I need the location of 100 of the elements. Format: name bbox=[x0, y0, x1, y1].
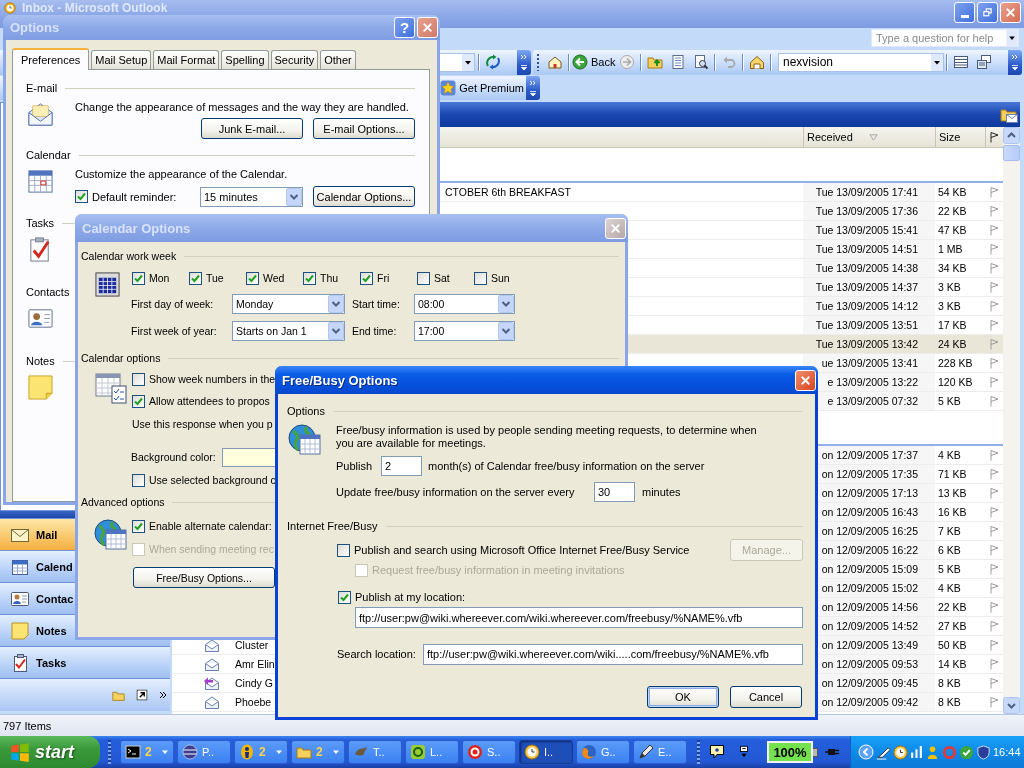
dropdown-field[interactable] bbox=[438, 52, 475, 72]
close-button[interactable] bbox=[795, 369, 816, 391]
flag-icon[interactable] bbox=[989, 186, 999, 198]
document-list-icon[interactable] bbox=[669, 54, 686, 70]
column-header[interactable]: Size bbox=[935, 127, 985, 147]
checkbox[interactable] bbox=[132, 394, 145, 408]
start-button[interactable]: start bbox=[0, 736, 100, 768]
magnifier-document-icon[interactable] bbox=[692, 54, 709, 70]
window-icon[interactable] bbox=[737, 744, 751, 760]
checkbox[interactable] bbox=[360, 271, 373, 285]
scroll-down-button[interactable] bbox=[1003, 697, 1020, 714]
person-icon[interactable] bbox=[925, 744, 940, 760]
flag-icon[interactable] bbox=[989, 601, 999, 613]
calendar-options-button[interactable]: Calendar Options... bbox=[313, 186, 415, 207]
get-premium-button[interactable]: Get Premium bbox=[439, 77, 526, 99]
flag-icon[interactable] bbox=[989, 620, 999, 632]
flag-icon[interactable] bbox=[989, 224, 999, 236]
checkbox[interactable] bbox=[337, 543, 350, 557]
show-hidden-icons-button[interactable] bbox=[858, 744, 874, 760]
flag-icon[interactable] bbox=[989, 544, 999, 556]
speech-bubble-icon[interactable] bbox=[709, 744, 725, 760]
help-search-field[interactable]: Type a question for help bbox=[871, 29, 1019, 47]
checkbox[interactable] bbox=[246, 271, 259, 285]
circular-arrows-icon[interactable] bbox=[484, 54, 501, 70]
close-button[interactable] bbox=[605, 217, 626, 239]
checkbox[interactable] bbox=[132, 473, 145, 487]
flag-icon[interactable] bbox=[989, 525, 999, 537]
flag-icon[interactable] bbox=[989, 205, 999, 217]
minimize-button[interactable] bbox=[954, 2, 975, 23]
checkbox[interactable] bbox=[132, 271, 145, 285]
tab[interactable]: Other bbox=[320, 50, 356, 69]
house-icon[interactable] bbox=[546, 54, 563, 70]
flag-icon[interactable] bbox=[989, 468, 999, 480]
tab[interactable]: Mail Format bbox=[153, 50, 220, 69]
flag-icon[interactable] bbox=[989, 449, 999, 461]
checkbox[interactable] bbox=[303, 271, 316, 285]
column-header[interactable]: Received bbox=[803, 127, 935, 147]
scroll-up-button[interactable] bbox=[1003, 127, 1020, 144]
months-field[interactable]: 2 bbox=[381, 456, 422, 476]
taskbar-button[interactable]: I.. bbox=[519, 740, 573, 764]
signal-bars-icon[interactable] bbox=[910, 745, 923, 759]
dropdown[interactable]: 15 minutes bbox=[200, 186, 303, 207]
flag-icon[interactable] bbox=[989, 262, 999, 274]
scrollbar-thumb[interactable] bbox=[1003, 145, 1020, 161]
restore-button[interactable] bbox=[977, 2, 998, 23]
checkbox[interactable] bbox=[189, 271, 202, 285]
back-button[interactable]: Back bbox=[571, 51, 615, 73]
flag-icon[interactable] bbox=[989, 506, 999, 518]
tab[interactable]: Preferences bbox=[12, 48, 90, 70]
flag-icon[interactable] bbox=[989, 376, 999, 388]
flag-icon[interactable] bbox=[989, 677, 999, 689]
flag-icon[interactable] bbox=[989, 338, 999, 350]
checkbox[interactable] bbox=[132, 519, 145, 533]
toolbar-options-button[interactable] bbox=[517, 49, 531, 75]
clock-icon[interactable] bbox=[893, 744, 908, 760]
flag-icon[interactable] bbox=[989, 319, 999, 331]
checkbox[interactable] bbox=[75, 190, 88, 203]
chevron-icon[interactable] bbox=[159, 690, 167, 700]
flag-icon[interactable] bbox=[989, 639, 999, 651]
url-field[interactable]: ftp://user:pw@wiki.whereever.com/wiki.whereever.com/freebusy/%NAME%.vfb bbox=[355, 607, 803, 628]
dropdown[interactable]: 17:00 bbox=[414, 321, 515, 341]
dropdown[interactable]: 08:00 bbox=[414, 294, 515, 314]
checkbox[interactable] bbox=[132, 372, 145, 386]
options-button[interactable]: Junk E-mail... bbox=[201, 118, 303, 139]
checkbox[interactable] bbox=[417, 271, 430, 285]
shield-icon[interactable] bbox=[976, 744, 991, 760]
dropdown[interactable]: Monday bbox=[232, 294, 345, 314]
options-button[interactable]: E-mail Options... bbox=[313, 118, 415, 139]
free-busy-options-button[interactable]: Free/Busy Options... bbox=[133, 567, 275, 588]
dropdown[interactable]: Starts on Jan 1 bbox=[232, 321, 345, 341]
color-field[interactable] bbox=[221, 447, 275, 467]
shortcut-icon[interactable] bbox=[136, 689, 148, 701]
pen-icon[interactable] bbox=[876, 744, 891, 760]
tab[interactable]: Spelling bbox=[221, 50, 269, 69]
stacked-windows-icon[interactable] bbox=[975, 54, 992, 70]
url-field[interactable]: ftp://user:pw@wiki.whereever.com/wiki.....com/freebusy/%NAME%.vfb bbox=[423, 643, 803, 665]
tab[interactable]: Security bbox=[270, 50, 319, 69]
dialog-button[interactable]: Cancel bbox=[730, 686, 802, 708]
flag-icon[interactable] bbox=[989, 658, 999, 670]
tab[interactable]: Mail Setup bbox=[91, 50, 152, 69]
flag-icon[interactable] bbox=[989, 487, 999, 499]
flag-icon[interactable] bbox=[989, 300, 999, 312]
flag-icon[interactable] bbox=[989, 243, 999, 255]
close-button[interactable] bbox=[417, 17, 438, 38]
flag-icon[interactable] bbox=[989, 395, 999, 407]
flag-icon[interactable] bbox=[989, 281, 999, 293]
lined-box-icon[interactable] bbox=[952, 54, 969, 70]
check-icon[interactable] bbox=[959, 744, 974, 760]
flag-icon[interactable] bbox=[989, 582, 999, 594]
folder-up-icon[interactable] bbox=[646, 54, 663, 70]
toolbar-options-button[interactable] bbox=[1008, 49, 1022, 75]
minutes-field[interactable]: 30 bbox=[594, 482, 635, 502]
flag-icon[interactable] bbox=[989, 696, 999, 708]
toolbar-options-button[interactable] bbox=[526, 76, 540, 100]
checkbox[interactable] bbox=[474, 271, 487, 285]
dialog-button[interactable]: OK bbox=[647, 686, 719, 708]
house-icon[interactable] bbox=[748, 54, 765, 70]
checkbox[interactable] bbox=[338, 590, 351, 604]
close-button[interactable] bbox=[1000, 2, 1021, 23]
flag-icon[interactable] bbox=[989, 357, 999, 369]
